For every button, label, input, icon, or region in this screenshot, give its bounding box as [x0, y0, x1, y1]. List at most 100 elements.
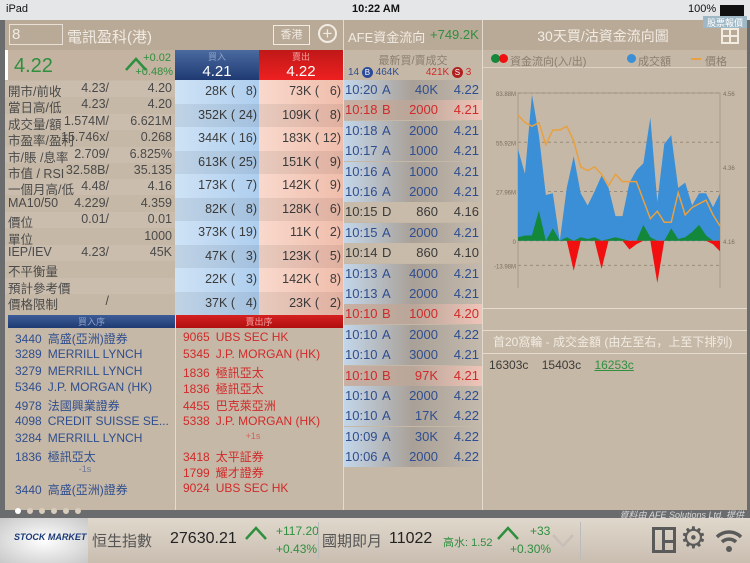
bid-volume: 47K ( — [205, 248, 235, 263]
gear-icon[interactable]: ⚙ — [680, 521, 707, 557]
trade-price: 4.21 — [453, 143, 479, 159]
broker-code: 1836 — [183, 382, 210, 397]
bid-level[interactable]: 82K (8) — [175, 197, 259, 221]
trade-row: 10:15 A 2000 4.21 — [344, 222, 482, 243]
bid-level[interactable]: 28K (8) — [175, 80, 259, 104]
trades-list[interactable]: 10:20 A 40K 4.22 10:18 B 2000 4.21 10:18 A 2000 4.2… — [344, 80, 482, 470]
add-icon[interactable]: + — [318, 24, 337, 43]
broker-row[interactable]: 9065 UBS SEC HK — [183, 330, 343, 344]
broker-row[interactable]: 1799 耀才證券 — [183, 464, 343, 481]
bid-orders: 3) — [245, 248, 257, 263]
bid-level[interactable]: 173K (7) — [175, 174, 259, 198]
ask-level[interactable]: 142K (8) — [259, 268, 343, 292]
broker-row[interactable]: 3279 MERRILL LYNCH — [15, 364, 175, 378]
broker-code: 5346 — [15, 380, 42, 395]
trade-volume: 2000 — [409, 388, 438, 403]
bid-level[interactable]: 22K (3) — [175, 268, 259, 292]
grid-layout-icon[interactable] — [721, 28, 739, 44]
flow-header: AFE資金流向 +749.2K — [344, 20, 482, 50]
y-left-tick: 0 — [513, 240, 517, 246]
bid-level[interactable]: 373K (19) — [175, 221, 259, 245]
ask-orders: 5) — [329, 248, 341, 263]
info-row: 成交量/額 1.574M/6.621M — [5, 113, 175, 132]
ask-level[interactable]: 151K (9) — [259, 150, 343, 174]
broker-row[interactable]: 5346 J.P. MORGAN (HK) — [15, 380, 175, 394]
bid-orders: 4) — [245, 295, 257, 310]
plot-frame — [517, 92, 721, 288]
futures-up-arrow-icon — [497, 526, 519, 540]
stock-quote-tab[interactable]: 股票報價 — [703, 16, 747, 28]
app-logo[interactable]: STOCK MARKET — [0, 518, 88, 563]
warrant-item[interactable]: 16303c — [489, 358, 528, 372]
wifi-icon[interactable] — [714, 526, 744, 554]
layout-icon[interactable] — [652, 527, 676, 553]
page-dots[interactable] — [15, 501, 145, 514]
trade-summary: 最新買/賣成交 14 B 464K 421K S 3 — [344, 50, 482, 80]
market-button[interactable]: 香港 — [273, 25, 310, 45]
bid-level[interactable]: 344K (16) — [175, 127, 259, 151]
bid-level[interactable]: 352K (24) — [175, 103, 259, 127]
price-line-icon — [691, 58, 701, 60]
fund-flow-chart: 83.88M55.92M27.96M0-13.98M-27.96M4.564.3… — [494, 92, 735, 288]
bid-volume: 82K ( — [205, 201, 235, 216]
ask-level[interactable]: 183K (12) — [259, 127, 343, 151]
broker-row[interactable]: 3440 高盛(亞洲)證券 — [15, 481, 175, 498]
broker-row[interactable]: 4455 巴克萊亞洲 — [183, 397, 343, 414]
broker-row: -1s — [15, 464, 155, 474]
bid-level[interactable]: 37K (4) — [175, 291, 259, 315]
ask-level[interactable]: 128K (6) — [259, 197, 343, 221]
info-value-1: 4.23/ — [81, 81, 109, 95]
broker-row[interactable]: 3418 太平証券 — [183, 448, 343, 465]
broker-name: 極訊亞太 — [215, 382, 264, 397]
trade-time: 10:14 — [345, 245, 378, 261]
broker-row[interactable]: 3284 MERRILL LYNCH — [15, 431, 175, 445]
info-row: MA10/50 4.229/4.359 — [5, 196, 175, 212]
bid-level[interactable]: 47K ( 3) — [175, 244, 259, 268]
broker-row[interactable]: 9024 UBS SEC HK — [183, 481, 343, 495]
trade-price: 4.21 — [453, 102, 479, 118]
broker-row[interactable]: 5345 J.P. MORGAN (HK) — [183, 347, 343, 361]
broker-row[interactable]: 1836 極訊亞太 — [183, 364, 343, 381]
trade-time: 10:13 — [345, 265, 378, 281]
broker-row[interactable]: 1836 極訊亞太 — [183, 380, 343, 397]
broker-name: CREDIT SUISSE SE... — [47, 414, 169, 428]
warrant-item[interactable]: 15403c — [542, 358, 581, 372]
futures-value: 11022 — [389, 530, 433, 547]
trade-price: 4.21 — [453, 286, 479, 301]
broker-row[interactable]: 4978 法國興業證券 — [15, 397, 175, 414]
ask-level[interactable]: 142K (9) — [259, 174, 343, 198]
trade-volume: 2000 — [409, 326, 438, 342]
trade-volume: 860 — [416, 204, 438, 220]
trade-type: A — [382, 143, 391, 159]
broker-row[interactable]: 1836 極訊亞太 — [15, 448, 175, 465]
bid-price: 4.21 — [202, 63, 232, 80]
time-separator: -1s — [78, 464, 92, 475]
chevron-down-icon[interactable] — [552, 534, 574, 548]
broker-row: +1s — [183, 431, 323, 441]
info-label: IEP/IEV — [8, 245, 52, 259]
broker-row[interactable]: 5338 J.P. MORGAN (HK) — [183, 414, 343, 428]
ask-level[interactable]: 109K (8) — [259, 103, 343, 127]
price-change-pct: +0.48% — [135, 66, 173, 78]
broker-code: 3289 — [15, 346, 42, 361]
trade-row: 10:10 A 2000 4.22 — [344, 324, 482, 345]
ask-level[interactable]: 73K (6) — [259, 80, 343, 104]
ask-level[interactable]: 123K (5) — [259, 244, 343, 268]
ask-level[interactable]: 23K (2) — [259, 291, 343, 315]
info-value-1: 4.23/ — [81, 97, 109, 112]
bid-orders: 24) — [238, 107, 257, 122]
broker-row[interactable]: 4098 CREDIT SUISSE SE... — [15, 414, 175, 428]
ask-level[interactable]: 11K (2) — [259, 221, 343, 245]
bid-level[interactable]: 613K (25) — [175, 150, 259, 174]
broker-row[interactable]: 3440 高盛(亞洲)證券 — [15, 330, 175, 347]
info-row: 預計參考價 — [5, 277, 175, 296]
last-price: 4.22 — [14, 55, 53, 77]
trade-type: D — [382, 245, 392, 261]
trade-volume: 2000 — [409, 449, 438, 465]
broker-row[interactable]: 3289 MERRILL LYNCH — [15, 347, 175, 361]
warrant-item[interactable]: 16253c — [594, 358, 633, 372]
futures-premium: 高水: 1.52 — [443, 537, 493, 549]
trade-row: 10:14 D 860 4.10 — [344, 243, 482, 264]
trade-price: 4.10 — [453, 245, 479, 261]
stock-code-input[interactable] — [9, 24, 63, 45]
